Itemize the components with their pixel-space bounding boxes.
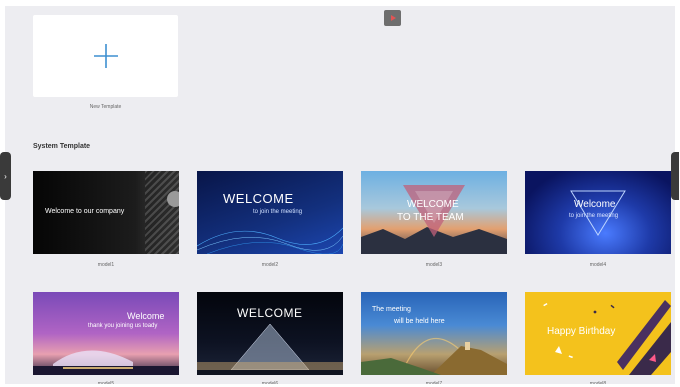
template-card-model7[interactable]: The meeting will be held here <box>361 292 507 375</box>
template-title: WELCOME <box>223 191 294 206</box>
new-template-card[interactable] <box>33 15 178 97</box>
template-label: model6 <box>261 381 279 384</box>
template-title: WELCOME <box>237 306 303 320</box>
template-subtitle: will be held here <box>394 318 445 325</box>
template-subtitle: thank you joining us toady <box>88 323 158 329</box>
template-card-model5[interactable]: Welcome thank you joining us toady <box>33 292 179 375</box>
template-card-model1[interactable]: Welcome to our company <box>33 171 179 254</box>
template-label: model4 <box>589 262 607 268</box>
section-title: System Template <box>33 143 91 150</box>
right-panel-handle[interactable] <box>671 152 679 200</box>
template-card-model4[interactable]: Welcome to join the meeting <box>525 171 671 254</box>
template-subtitle: to join the meeting <box>569 213 619 219</box>
template-card-model3[interactable]: WELCOME TO THE TEAM <box>361 171 507 254</box>
template-gallery: New Template System Template Welcome to … <box>5 6 675 384</box>
template-card-model8[interactable]: Happy Birthday <box>525 292 671 375</box>
template-label: model1 <box>97 262 115 268</box>
chevron-right-icon: › <box>4 171 7 181</box>
template-label: model3 <box>425 262 443 268</box>
template-label: model7 <box>425 381 443 384</box>
template-title: Welcome to our company <box>45 208 125 215</box>
template-title: WELCOME <box>407 199 459 210</box>
template-title: Welcome <box>127 311 165 321</box>
template-subtitle: TO THE TEAM <box>397 212 464 223</box>
play-button[interactable] <box>384 10 401 26</box>
template-label: model5 <box>97 381 115 384</box>
template-title: The meeting <box>372 306 411 313</box>
template-subtitle: to join the meeting <box>253 209 303 215</box>
template-title: Welcome <box>574 199 616 210</box>
plus-icon <box>93 44 118 68</box>
template-label: model8 <box>589 381 607 384</box>
template-card-model6[interactable]: WELCOME <box>197 292 343 375</box>
new-template-label: New Template <box>89 104 122 110</box>
play-icon <box>390 15 396 21</box>
template-title: Happy Birthday <box>547 326 616 337</box>
template-label: model2 <box>261 262 279 268</box>
expand-panel-handle[interactable]: › <box>0 152 11 200</box>
template-card-model2[interactable]: WELCOME to join the meeting <box>197 171 343 254</box>
